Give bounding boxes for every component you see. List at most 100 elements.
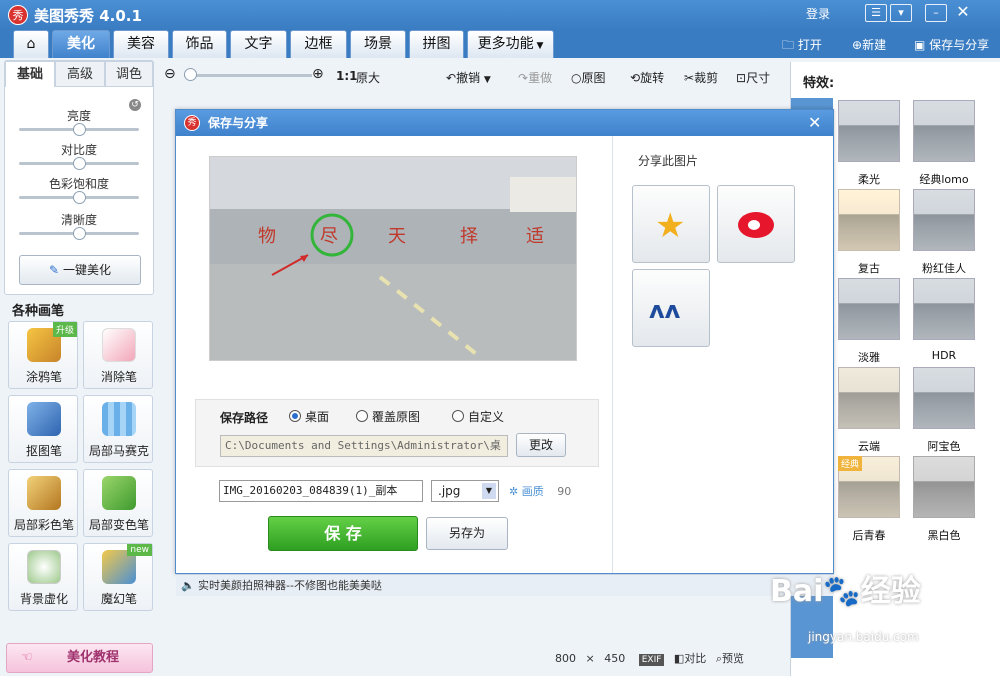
- close-icon[interactable]: ✕: [952, 4, 974, 22]
- dialog-title: 保存与分享: [176, 110, 833, 136]
- share-renren-button[interactable]: ʌʌ: [632, 269, 710, 347]
- effects-title: 特效:: [803, 76, 835, 91]
- scissors-icon: ✂: [684, 71, 695, 85]
- tab-home[interactable]: ⌂: [13, 30, 49, 58]
- recolor-brush-button[interactable]: 局部变色笔: [83, 469, 153, 537]
- tab-collage[interactable]: 拼图: [409, 30, 464, 58]
- filename-input[interactable]: IMG_20160203_084839(1)_副本: [219, 480, 423, 502]
- chevron-down-icon: ▼: [533, 41, 544, 51]
- save-path-label: 保存路径: [220, 411, 269, 425]
- radio-overwrite[interactable]: [356, 410, 368, 422]
- chevron-down-icon: ▼: [483, 75, 491, 85]
- original-image-button[interactable]: ○原图: [571, 69, 606, 86]
- hand-icon: ☜: [21, 650, 33, 665]
- size-button[interactable]: ⊡尺寸: [736, 69, 770, 86]
- brightness-knob[interactable]: [73, 123, 86, 136]
- login-link[interactable]: 登录: [806, 5, 830, 22]
- exif-button[interactable]: EXIF: [638, 654, 665, 666]
- classic-badge: 经典: [838, 456, 863, 471]
- tab-frame[interactable]: 边框: [290, 30, 347, 58]
- cutout-pen-icon: [27, 402, 61, 436]
- effect-elegant[interactable]: [838, 278, 900, 340]
- doodle-pen-button[interactable]: 升级 涂鸦笔: [8, 321, 78, 389]
- app-logo-icon: 秀: [8, 5, 28, 25]
- format-select[interactable]: .jpg ▼: [431, 480, 499, 502]
- home-icon: ⌂: [26, 36, 36, 52]
- save-as-button[interactable]: 另存为: [426, 517, 508, 550]
- folder-icon: 🗀: [782, 38, 795, 52]
- share-weibo-button[interactable]: [717, 185, 795, 263]
- resize-icon: ⊡: [736, 71, 747, 85]
- contrast-label: 对比度: [60, 143, 97, 157]
- tab-tone[interactable]: 调色: [105, 61, 153, 87]
- dialog-close-icon[interactable]: ✕: [808, 113, 821, 132]
- original-size-button[interactable]: 原大: [356, 69, 380, 86]
- tab-text[interactable]: 文字: [230, 30, 287, 58]
- share-qzone-button[interactable]: ★: [632, 185, 710, 263]
- rotate-icon: ⟲: [630, 71, 641, 85]
- renren-icon: ʌʌ: [649, 296, 681, 324]
- bottom-bar: 800 × 450 EXIF ◧对比 ⌕预览: [555, 650, 744, 666]
- feedback-icon[interactable]: ▾: [890, 4, 912, 22]
- tab-accessory[interactable]: 饰品: [172, 30, 227, 58]
- radio-overwrite-label: 覆盖原图: [372, 410, 421, 424]
- tab-beauty[interactable]: 美容: [113, 30, 169, 58]
- open-button[interactable]: 🗀 打开: [782, 36, 822, 57]
- effect-cloud[interactable]: [838, 367, 900, 429]
- compare-button[interactable]: ◧对比: [674, 652, 706, 665]
- save-share-dialog: 保存与分享 秀 ✕ 物 尽 天 择 适 保存路径 桌面 覆盖原图 自定义 C:\…: [175, 109, 834, 574]
- cutout-pen-button[interactable]: 抠图笔: [8, 395, 78, 463]
- effect-lomo[interactable]: [913, 100, 975, 162]
- radio-desktop-label: 桌面: [305, 410, 330, 424]
- quality-setting[interactable]: ✲ 画质 90: [509, 483, 571, 499]
- saturation-knob[interactable]: [73, 191, 86, 204]
- zoom-slider[interactable]: [184, 74, 312, 77]
- effect-label: 后青春: [852, 529, 886, 542]
- effect-hdr[interactable]: [913, 278, 975, 340]
- effect-label: 黑白色: [927, 529, 961, 542]
- tab-basic[interactable]: 基础: [5, 61, 55, 87]
- rotate-button[interactable]: ⟲旋转: [630, 69, 664, 86]
- sharpness-knob[interactable]: [73, 227, 86, 240]
- save-share-button[interactable]: ▣ 保存与分享: [914, 36, 989, 53]
- mosaic-button[interactable]: 局部马赛克: [83, 395, 153, 463]
- effect-label: HDR: [931, 349, 957, 362]
- save-path-field[interactable]: C:\Documents and Settings\Administrator\…: [220, 435, 508, 457]
- effect-abao[interactable]: [913, 367, 975, 429]
- new-button[interactable]: ⊕新建: [852, 36, 886, 53]
- color-brush-button[interactable]: 局部彩色笔: [8, 469, 78, 537]
- save-path-block: 保存路径 桌面 覆盖原图 自定义 C:\Documents and Settin…: [195, 399, 599, 467]
- tab-advanced[interactable]: 高级: [55, 61, 105, 87]
- zoom-out-icon[interactable]: ⊖: [164, 66, 176, 82]
- eraser-pen-button[interactable]: 消除笔: [83, 321, 153, 389]
- undo-button[interactable]: ↶撤销 ▼: [446, 69, 491, 86]
- one-click-beautify-button[interactable]: ✎ 一键美化: [19, 255, 141, 285]
- save-button[interactable]: 保 存: [268, 516, 418, 551]
- tab-more[interactable]: 更多功能 ▼: [467, 30, 554, 58]
- zoom-slider-knob[interactable]: [184, 68, 197, 81]
- background-blur-button[interactable]: 背景虚化: [8, 543, 78, 611]
- effect-pink[interactable]: [913, 189, 975, 251]
- tab-beautify[interactable]: 美化: [52, 30, 110, 58]
- effect-bw[interactable]: [913, 456, 975, 518]
- redo-button[interactable]: ↷重做: [518, 69, 552, 86]
- crop-button[interactable]: ✂裁剪: [684, 69, 718, 86]
- change-path-button[interactable]: 更改: [516, 433, 566, 457]
- magic-pen-button[interactable]: new 魔幻笔: [83, 543, 153, 611]
- brushes-title: 各种画笔: [12, 304, 65, 319]
- radio-custom[interactable]: [452, 410, 464, 422]
- contrast-knob[interactable]: [73, 157, 86, 170]
- effect-soft-light[interactable]: [838, 100, 900, 162]
- message-icon[interactable]: ☰: [865, 4, 887, 22]
- tutorial-button[interactable]: ☜ 美化教程: [6, 643, 153, 673]
- ratio-label[interactable]: 1:1: [336, 69, 358, 83]
- svg-text:物: 物: [258, 226, 276, 247]
- tab-scene[interactable]: 场景: [350, 30, 406, 58]
- zoom-in-icon[interactable]: ⊕: [312, 66, 324, 82]
- effect-retro[interactable]: [838, 189, 900, 251]
- preview-button[interactable]: ⌕预览: [716, 652, 744, 665]
- radio-desktop[interactable]: [289, 410, 301, 422]
- color-brush-icon: [27, 476, 61, 510]
- minimize-icon[interactable]: –: [925, 4, 947, 22]
- road-photo: 物 尽 天 择 适: [210, 157, 576, 360]
